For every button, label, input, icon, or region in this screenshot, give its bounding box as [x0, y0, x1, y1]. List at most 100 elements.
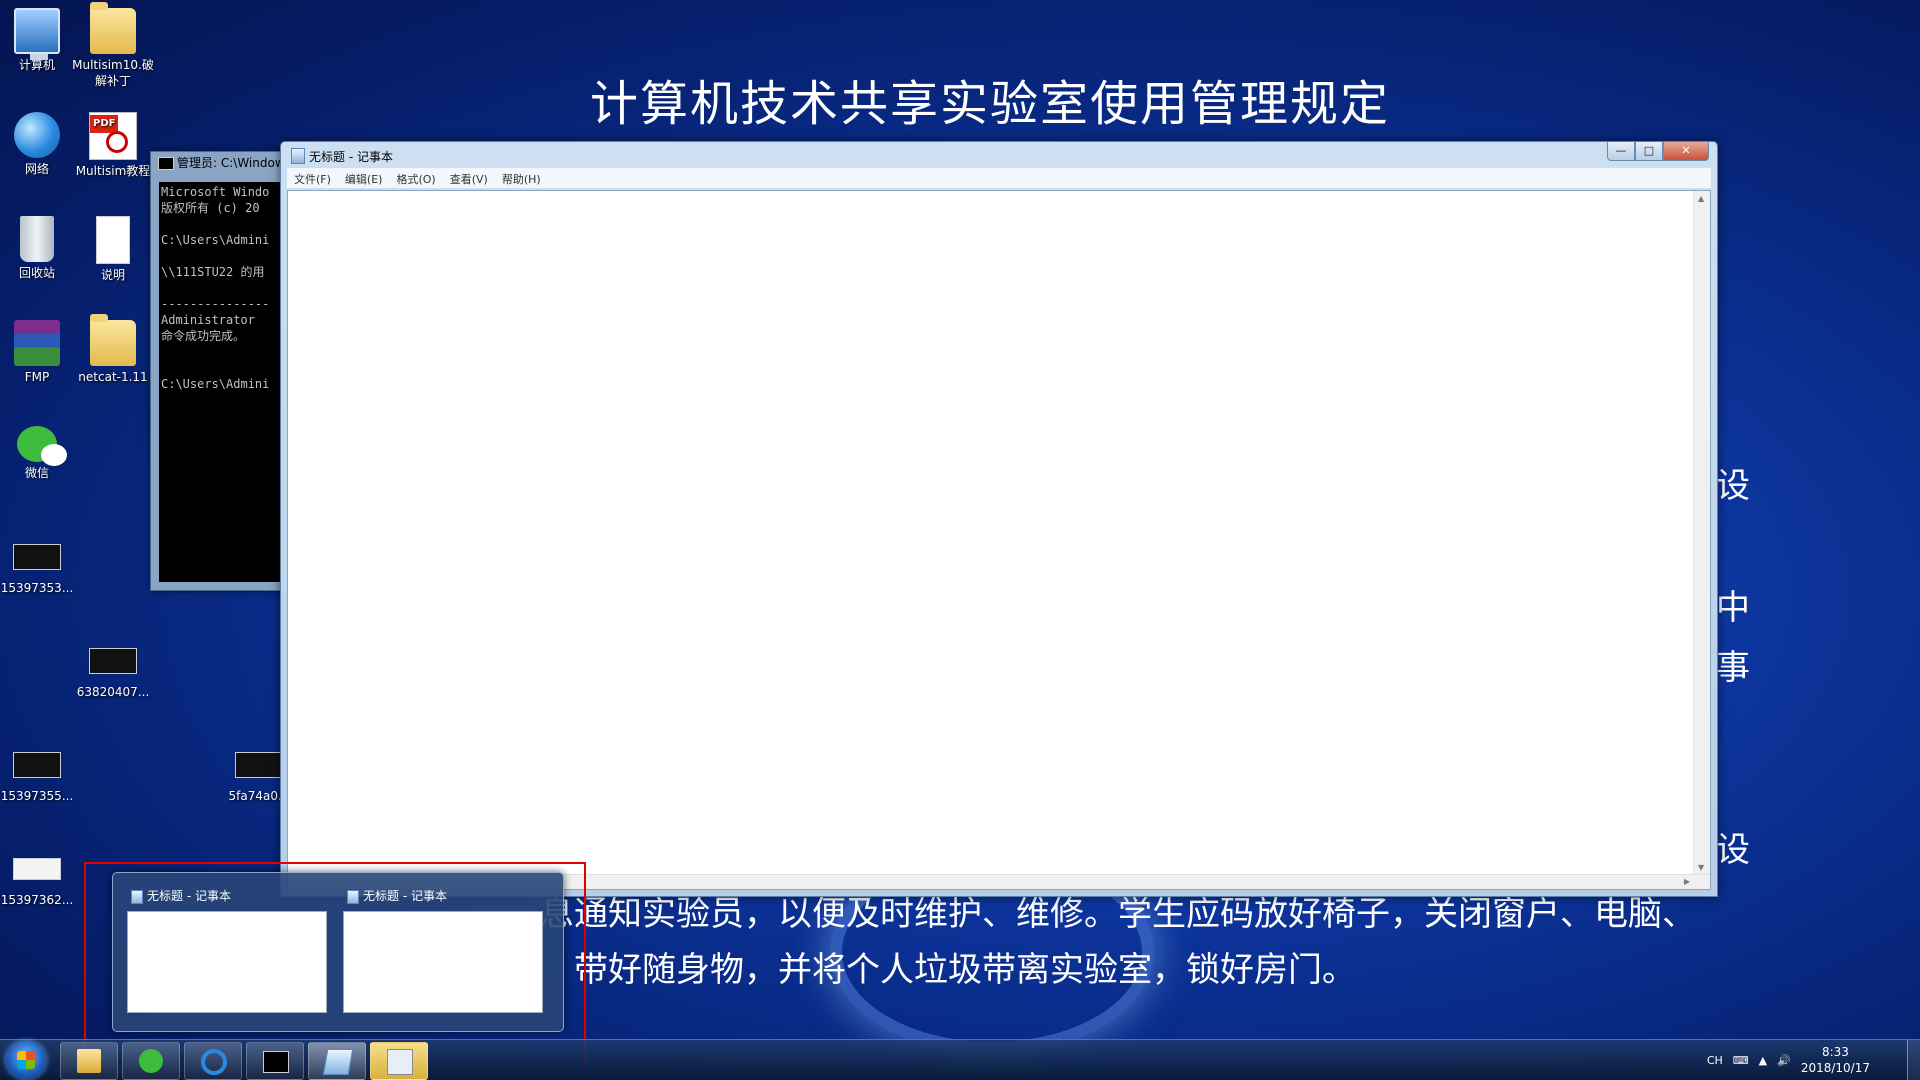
preview-item[interactable]: 无标题 - 记事本 — [343, 887, 543, 1013]
taskbar-app-explorer[interactable] — [60, 1042, 118, 1080]
archive-icon — [14, 320, 60, 366]
vertical-scrollbar[interactable]: ▲ ▼ — [1693, 191, 1710, 875]
desktop-icon-label: 15397362... — [0, 893, 74, 907]
notepad-icon — [131, 890, 143, 904]
close-button[interactable]: ✕ — [1663, 142, 1709, 161]
screenshot-icon — [13, 752, 61, 778]
taskbar-app-calculator[interactable] — [370, 1042, 428, 1080]
desktop-icon-wechat[interactable]: 微信 — [0, 426, 82, 481]
keyboard-icon[interactable]: ⌨ — [1733, 1054, 1749, 1067]
preview-title-text: 无标题 - 记事本 — [363, 889, 447, 903]
folder-icon — [90, 2, 136, 54]
cmd-icon — [263, 1051, 289, 1073]
notepad-menubar: 文件(F) 编辑(E) 格式(O) 查看(V) 帮助(H) — [287, 168, 1711, 188]
desktop-icon-label: 15397355... — [0, 789, 74, 803]
wechat-icon — [139, 1049, 163, 1073]
cmd-window[interactable]: 管理员: C:\Windows Microsoft Windo 版权所有 (c)… — [150, 151, 292, 591]
menu-view[interactable]: 查看(V) — [443, 168, 495, 188]
maximize-button[interactable]: □ — [1635, 142, 1663, 161]
taskbar-app-notepad[interactable] — [308, 1042, 366, 1080]
preview-thumbnail[interactable] — [127, 911, 327, 1013]
desktop-icon-readme[interactable]: 说明 — [68, 216, 158, 283]
network-icon — [14, 112, 60, 158]
recycle-bin-icon — [20, 216, 54, 262]
menu-edit[interactable]: 编辑(E) — [338, 168, 390, 188]
notepad-icon — [322, 1049, 354, 1075]
notepad-window[interactable]: 无标题 - 记事本 — □ ✕ 文件(F) 编辑(E) 格式(O) 查看(V) … — [280, 141, 1718, 897]
preview-item[interactable]: 无标题 - 记事本 — [127, 887, 327, 1013]
ie-icon — [201, 1049, 227, 1075]
desktop-icon-screenshot[interactable]: 63820407... — [68, 634, 158, 700]
menu-help[interactable]: 帮助(H) — [495, 168, 548, 188]
notepad-titlebar[interactable]: 无标题 - 记事本 — □ ✕ — [281, 142, 1717, 168]
preview-title-text: 无标题 - 记事本 — [147, 889, 231, 903]
scroll-right-icon[interactable]: ▶ — [1684, 877, 1690, 886]
computer-icon — [14, 8, 60, 60]
minimize-button[interactable]: — — [1607, 142, 1635, 161]
explorer-icon — [77, 1049, 101, 1073]
desktop-icon-label: 网络 — [24, 162, 49, 176]
scroll-down-icon[interactable]: ▼ — [1698, 863, 1704, 872]
wallpaper-text-line: 带好随身物，并将个人垃圾带离实验室，锁好房门。 — [574, 950, 1356, 990]
desktop-icon-multisim-patch[interactable]: Multisim10.破解补丁 — [68, 2, 158, 89]
notepad-icon — [291, 148, 305, 164]
desktop-icon-netcat[interactable]: netcat-1.11 — [68, 314, 158, 385]
cmd-console-output[interactable]: Microsoft Windo 版权所有 (c) 20 C:\Users\Adm… — [159, 182, 291, 582]
menu-format[interactable]: 格式(O) — [389, 168, 442, 188]
desktop-icon-screenshot[interactable]: 15397355... — [0, 738, 82, 804]
desktop-icon-multisim-tutorial[interactable]: Multisim教程 — [68, 112, 158, 179]
screenshot-icon — [13, 544, 61, 570]
cmd-titlebar[interactable]: 管理员: C:\Windows — [151, 152, 291, 174]
notepad-icon — [347, 890, 359, 904]
menu-file[interactable]: 文件(F) — [287, 168, 338, 188]
window-controls: — □ ✕ — [1607, 142, 1709, 161]
show-desktop-button[interactable] — [1907, 1040, 1920, 1080]
system-tray: CH ⌨ ▲ 🔊 8:33 2018/10/17 — [1707, 1040, 1870, 1080]
preview-thumbnail[interactable] — [343, 911, 543, 1013]
pdf-icon — [89, 112, 137, 160]
desktop-icon-label: Multisim10.破解补丁 — [72, 58, 154, 88]
preview-item-title: 无标题 - 记事本 — [343, 887, 543, 905]
desktop-icon-label: 15397353... — [0, 581, 74, 595]
desktop-icon-label: Multisim教程 — [75, 164, 151, 178]
notepad-text-area[interactable]: ▲ ▼ ▶ — [287, 190, 1711, 890]
clock-time: 8:33 — [1821, 1045, 1849, 1059]
desktop-icon-screenshot[interactable]: 15397353... — [0, 530, 82, 596]
taskbar-app-wechat[interactable] — [122, 1042, 180, 1080]
desktop-icon-label: 微信 — [24, 466, 49, 480]
taskbar: CH ⌨ ▲ 🔊 8:33 2018/10/17 — [0, 1039, 1920, 1080]
desktop-icon-label: 63820407... — [76, 685, 150, 699]
screenshot-icon — [235, 752, 283, 778]
taskbar-app-ie[interactable] — [184, 1042, 242, 1080]
desktop-icon-label: 回收站 — [18, 266, 55, 280]
desktop-icon-label: 说明 — [100, 268, 125, 282]
notepad-title: 无标题 - 记事本 — [309, 150, 393, 164]
desktop-icon-label: netcat-1.11 — [78, 370, 148, 384]
chevron-up-icon[interactable]: ▲ — [1759, 1054, 1767, 1067]
taskbar-app-cmd[interactable] — [246, 1042, 304, 1080]
desktop-icon-screenshot[interactable]: 15397362... — [0, 842, 82, 908]
desktop-icon-label: 计算机 — [18, 58, 55, 72]
screenshot-icon — [89, 648, 137, 674]
language-indicator[interactable]: CH — [1707, 1054, 1723, 1067]
wallpaper-title: 计算机技术共享实验室使用管理规定 — [590, 76, 1391, 132]
volume-icon[interactable]: 🔊 — [1777, 1054, 1791, 1067]
clock[interactable]: 8:33 2018/10/17 — [1801, 1044, 1870, 1076]
wallpaper-text-fragment: 事 — [1716, 648, 1750, 688]
cmd-title: 管理员: C:\Windows — [177, 156, 291, 170]
cmd-icon — [158, 157, 174, 170]
calculator-icon — [387, 1049, 413, 1075]
scroll-up-icon[interactable]: ▲ — [1698, 194, 1704, 203]
desktop-icon-label: FMP — [24, 370, 50, 384]
start-button[interactable] — [6, 1041, 46, 1079]
taskbar-thumbnail-preview: 无标题 - 记事本 无标题 - 记事本 — [112, 872, 564, 1032]
wallpaper-text-fragment: 设 — [1716, 830, 1750, 870]
screenshot-icon — [13, 858, 61, 880]
wechat-icon — [17, 426, 67, 466]
wallpaper-text-fragment: 设 — [1716, 466, 1750, 506]
folder-icon — [90, 314, 136, 366]
wallpaper-text-fragment: 中 — [1716, 588, 1750, 628]
preview-item-title: 无标题 - 记事本 — [127, 887, 327, 905]
clock-date: 2018/10/17 — [1800, 1061, 1870, 1075]
document-icon — [96, 216, 130, 264]
